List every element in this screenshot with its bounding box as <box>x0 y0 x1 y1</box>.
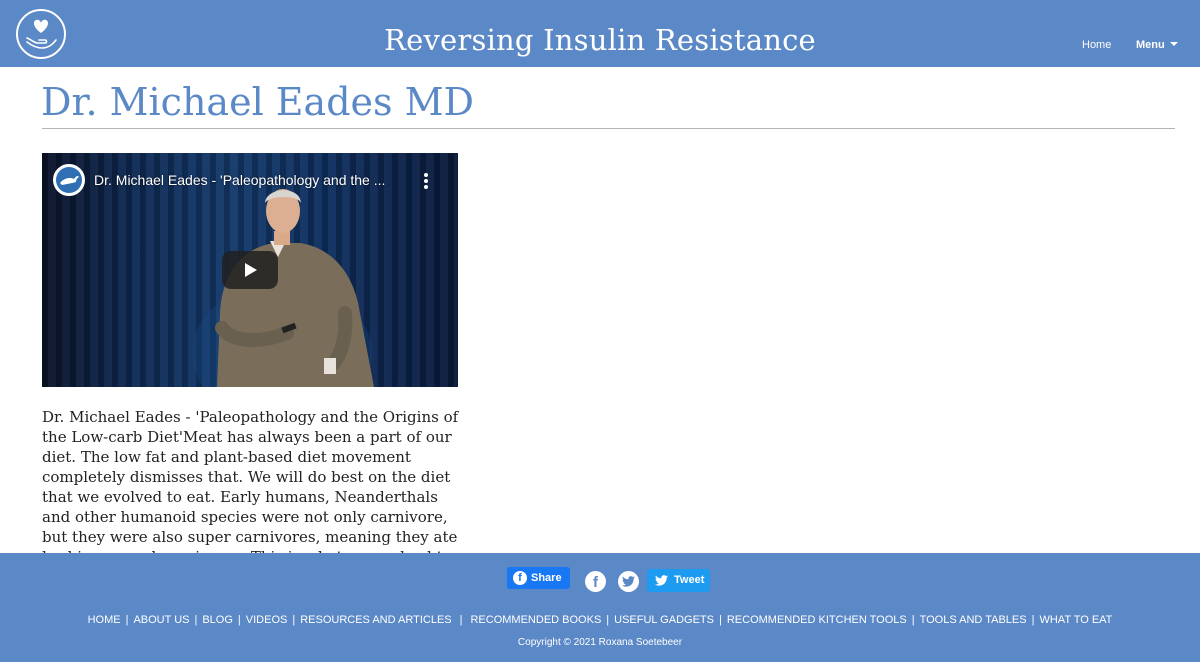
tweet-label: Tweet <box>674 574 705 586</box>
footer-link-about-us[interactable]: ABOUT US <box>133 614 189 626</box>
twitter-bird-graphic <box>622 576 635 587</box>
video-title[interactable]: Dr. Michael Eades - 'Paleopathology and … <box>94 172 385 188</box>
footer-separator: | <box>459 614 463 626</box>
tweet-button[interactable]: Tweet <box>647 569 710 592</box>
page-title: Dr. Michael Eades MD <box>41 80 474 124</box>
footer-link-books[interactable]: RECOMMENDED BOOKS <box>470 614 601 626</box>
chevron-down-icon <box>1169 42 1178 46</box>
play-button[interactable] <box>222 251 278 289</box>
more-vert-icon[interactable] <box>422 173 430 191</box>
facebook-icon[interactable]: f <box>585 571 606 592</box>
footer-separator: | <box>125 614 129 626</box>
footer-link-resources[interactable]: RESOURCES AND ARTICLES <box>300 614 451 626</box>
share-label: Share <box>531 572 562 584</box>
footer-separator: | <box>606 614 610 626</box>
footer-separator: | <box>718 614 722 626</box>
copyright: Copyright © 2021 Roxana Soetebeer <box>517 637 683 648</box>
nav-home-link[interactable]: Home <box>1082 39 1111 51</box>
play-icon <box>245 263 257 277</box>
video-description: Dr. Michael Eades - 'Paleopathology and … <box>42 408 459 553</box>
site-footer: f Share f Tweet HOME | ABOUT US | BLOG | VIDEO… <box>0 553 1200 662</box>
footer-separator: | <box>1031 614 1035 626</box>
footer-link-home[interactable]: HOME <box>88 614 121 626</box>
footer-link-videos[interactable]: VIDEOS <box>246 614 288 626</box>
site-title: Reversing Insulin Resistance <box>384 23 816 57</box>
site-header: Reversing Insulin Resistance Home Menu <box>0 0 1200 67</box>
footer-link-gadgets[interactable]: USEFUL GADGETS <box>614 614 714 626</box>
video-player[interactable]: Dr. Michael Eades - 'Paleopathology and … <box>42 153 458 387</box>
footer-separator: | <box>194 614 198 626</box>
footer-nav: HOME | ABOUT US | BLOG | VIDEOS | RESOURCES AND … <box>0 614 1200 626</box>
facebook-logo-icon: f <box>513 571 527 585</box>
tweet-bird-icon <box>655 575 668 586</box>
footer-separator: | <box>292 614 296 626</box>
footer-link-blog[interactable]: BLOG <box>202 614 233 626</box>
footer-separator: | <box>911 614 915 626</box>
twitter-icon[interactable] <box>618 571 639 592</box>
footer-link-kitchen-tools[interactable]: RECOMMENDED KITCHEN TOOLS <box>727 614 907 626</box>
facebook-share-button[interactable]: f Share <box>507 567 570 589</box>
nav-menu-dropdown[interactable]: Menu <box>1136 39 1178 51</box>
title-divider <box>42 128 1175 129</box>
footer-link-tools-tables[interactable]: TOOLS AND TABLES <box>920 614 1027 626</box>
footer-link-what-to-eat[interactable]: WHAT TO EAT <box>1039 614 1112 626</box>
channel-logo-graphic <box>56 167 82 193</box>
kangaroo-channel-icon[interactable] <box>53 164 85 196</box>
nav-menu-label: Menu <box>1136 39 1165 51</box>
footer-separator: | <box>237 614 241 626</box>
